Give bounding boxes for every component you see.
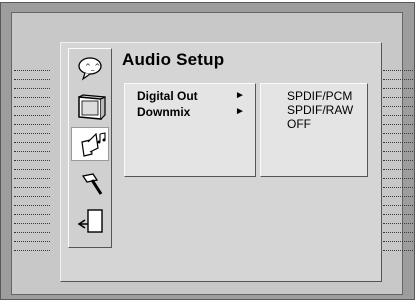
menu-item-label: Digital Out <box>137 89 198 103</box>
submenu-arrow-icon: ► <box>235 106 245 117</box>
svg-text:^_^: ^_^ <box>85 63 100 71</box>
audio-setup-menu: Digital Out ► Downmix ► <box>124 83 256 177</box>
left-speaker-grille <box>14 70 50 259</box>
exit-door-icon[interactable] <box>71 204 109 238</box>
speaker-music-icon[interactable] <box>71 127 109 161</box>
menu-item-label: Downmix <box>137 105 191 119</box>
option-off[interactable]: OFF <box>287 117 311 131</box>
hammer-icon[interactable] <box>71 166 109 200</box>
digital-out-options: SPDIF/PCM SPDIF/RAW OFF <box>260 83 368 177</box>
right-speaker-grille <box>383 70 413 259</box>
submenu-arrow-icon: ► <box>235 90 245 101</box>
tv-screen-icon[interactable] <box>71 89 109 123</box>
speech-bubble-icon[interactable]: ^_^ <box>71 51 109 85</box>
menu-item-digital-out[interactable]: Digital Out ► <box>125 89 255 105</box>
menu-item-downmix[interactable]: Downmix ► <box>125 105 255 121</box>
option-spdif-raw[interactable]: SPDIF/RAW <box>287 103 353 117</box>
setup-icon-bar: ^_^ <box>68 48 112 248</box>
page-title: Audio Setup <box>122 50 225 69</box>
option-spdif-pcm[interactable]: SPDIF/PCM <box>287 89 352 103</box>
